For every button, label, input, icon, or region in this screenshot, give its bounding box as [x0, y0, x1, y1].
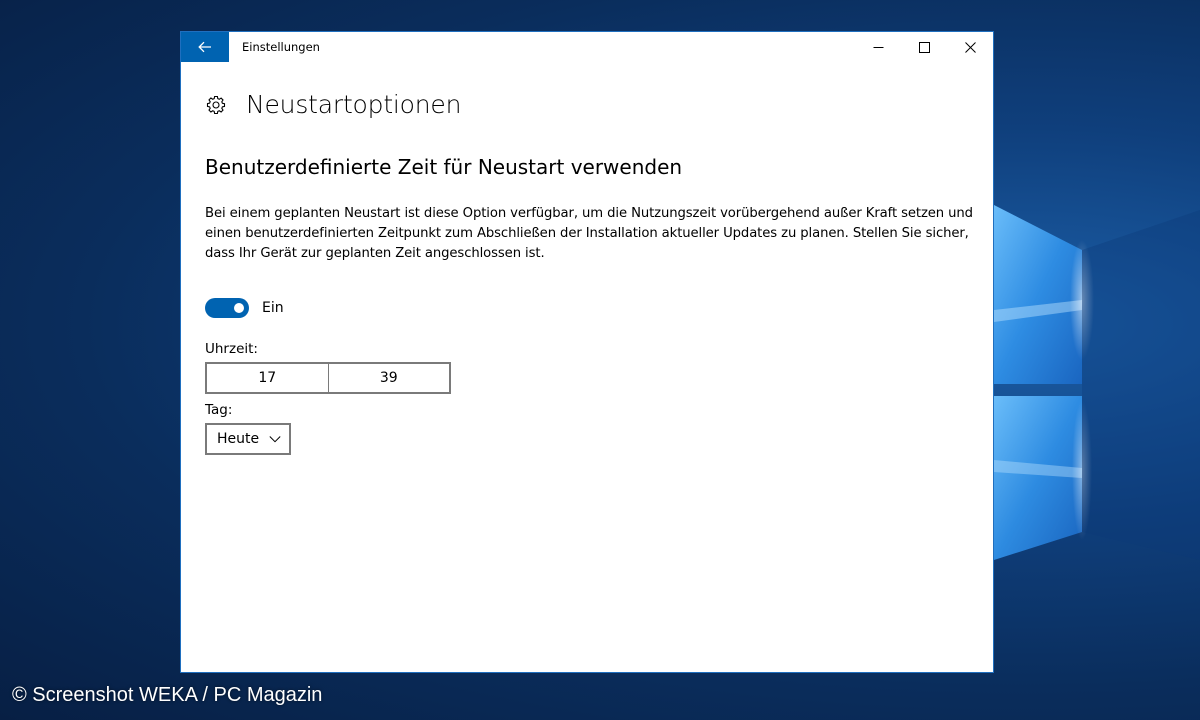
title-bar: Einstellungen — [181, 32, 993, 62]
back-button[interactable] — [181, 32, 229, 62]
maximize-button[interactable] — [901, 32, 947, 62]
custom-restart-toggle[interactable] — [205, 298, 249, 318]
window-title: Einstellungen — [242, 40, 320, 54]
gear-icon — [205, 94, 227, 116]
copyright-watermark: © Screenshot WEKA / PC Magazin — [12, 684, 323, 706]
section-title: Benutzerdefinierte Zeit für Neustart ver… — [205, 155, 683, 179]
settings-window: Einstellungen Neustartoptionen Benutzerd… — [180, 31, 994, 673]
close-button[interactable] — [947, 32, 993, 62]
toggle-knob — [234, 303, 244, 313]
time-picker: 17 39 — [205, 362, 451, 394]
arrow-left-icon — [198, 41, 211, 53]
page-title: Neustartoptionen — [246, 90, 462, 119]
minimize-icon — [873, 46, 883, 48]
restart-toggle-row: Ein — [205, 298, 284, 318]
day-selected-value: Heute — [217, 431, 260, 447]
day-dropdown[interactable]: Heute — [205, 423, 291, 455]
hour-field[interactable]: 17 — [207, 364, 328, 392]
option-description: Bei einem geplanten Neustart ist diese O… — [205, 206, 973, 261]
minute-field[interactable]: 39 — [327, 364, 450, 392]
toggle-state-label: Ein — [262, 300, 284, 316]
day-label: Tag: — [205, 402, 233, 418]
minimize-button[interactable] — [855, 32, 901, 62]
maximize-icon — [918, 41, 930, 53]
chevron-down-icon — [269, 436, 281, 443]
page-header: Neustartoptionen — [205, 90, 461, 119]
close-icon — [964, 41, 976, 53]
time-label: Uhrzeit: — [205, 341, 258, 357]
